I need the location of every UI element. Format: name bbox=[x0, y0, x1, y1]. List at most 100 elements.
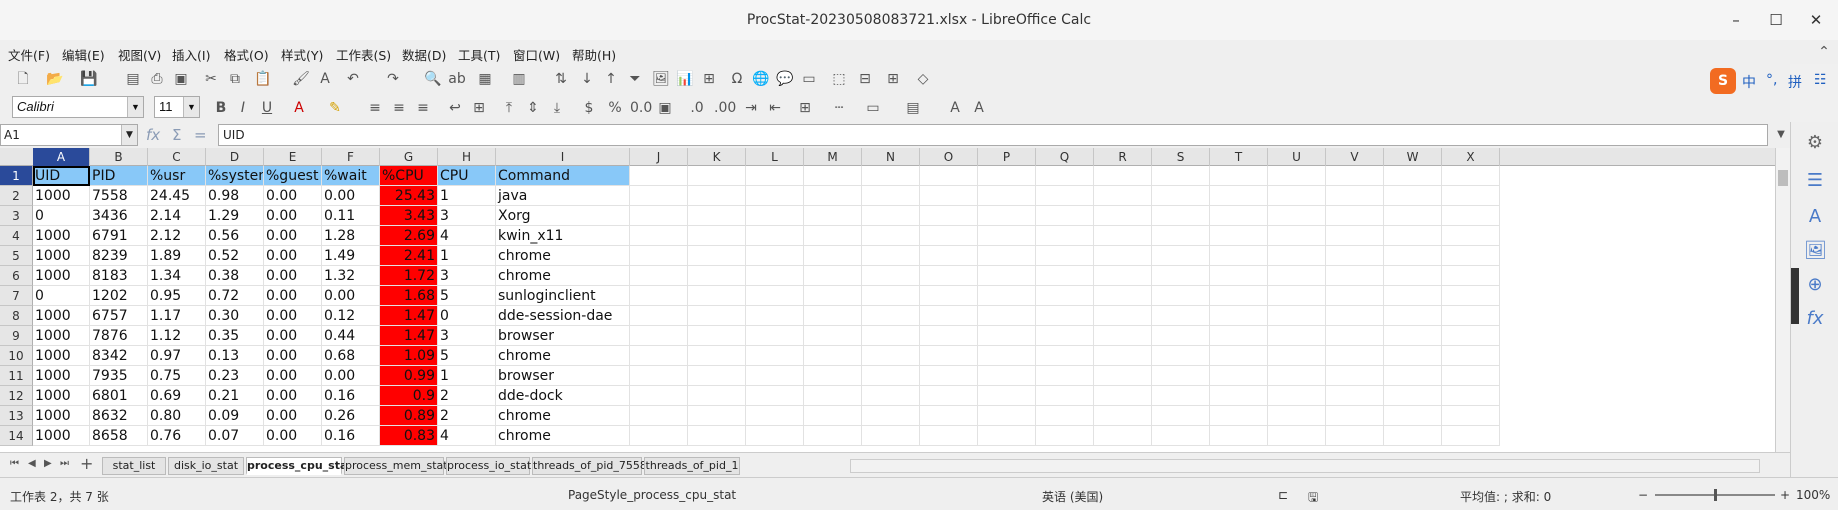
cell-t4[interactable] bbox=[1210, 226, 1268, 246]
cell-u10[interactable] bbox=[1268, 346, 1326, 366]
column-header-m[interactable]: M bbox=[804, 148, 862, 166]
cell-r10[interactable] bbox=[1094, 346, 1152, 366]
cell-r5[interactable] bbox=[1094, 246, 1152, 266]
cell-v12[interactable] bbox=[1326, 386, 1384, 406]
open-folder-icon[interactable]: 📂 bbox=[46, 70, 64, 88]
cell-u1[interactable] bbox=[1268, 166, 1326, 186]
cell-v4[interactable] bbox=[1326, 226, 1384, 246]
cell-q4[interactable] bbox=[1036, 226, 1094, 246]
cell-x1[interactable] bbox=[1442, 166, 1500, 186]
cell-c10[interactable]: 0.97 bbox=[148, 346, 206, 366]
cell-p11[interactable] bbox=[978, 366, 1036, 386]
show-draw-functions-icon[interactable]: ◇ bbox=[914, 70, 932, 88]
cell-g12[interactable]: 0.9 bbox=[380, 386, 438, 406]
cell-e12[interactable]: 0.00 bbox=[264, 386, 322, 406]
cell-a13[interactable]: 1000 bbox=[33, 406, 90, 426]
cell-l8[interactable] bbox=[746, 306, 804, 326]
ime-punctuation[interactable]: °, bbox=[1766, 72, 1777, 88]
cell-g1[interactable]: %CPU bbox=[380, 166, 438, 186]
cell-r13[interactable] bbox=[1094, 406, 1152, 426]
cell-e4[interactable]: 0.00 bbox=[264, 226, 322, 246]
sidebar-properties-icon[interactable]: ☰ bbox=[1804, 170, 1826, 192]
menu-file[interactable]: 文件(F) bbox=[8, 45, 50, 64]
cell-f6[interactable]: 1.32 bbox=[322, 266, 380, 286]
delete-decimal-icon[interactable]: .00 bbox=[714, 99, 736, 117]
cell-h3[interactable]: 3 bbox=[438, 206, 496, 226]
sheet-tab-threads-of-pid-1[interactable]: threads_of_pid_1 bbox=[644, 457, 740, 475]
cell-e10[interactable]: 0.00 bbox=[264, 346, 322, 366]
cell-k10[interactable] bbox=[688, 346, 746, 366]
column-header-i[interactable]: I bbox=[496, 148, 630, 166]
column-icon[interactable]: ▥ bbox=[510, 70, 528, 88]
cell-r14[interactable] bbox=[1094, 426, 1152, 446]
language[interactable]: 英语 (美国) bbox=[1042, 488, 1103, 505]
cell-g9[interactable]: 1.47 bbox=[380, 326, 438, 346]
cell-i14[interactable]: chrome bbox=[496, 426, 630, 446]
cell-w2[interactable] bbox=[1384, 186, 1442, 206]
cell-f1[interactable]: %wait bbox=[322, 166, 380, 186]
cell-h8[interactable]: 0 bbox=[438, 306, 496, 326]
menu-format[interactable]: 格式(O) bbox=[224, 45, 269, 64]
cell-g14[interactable]: 0.83 bbox=[380, 426, 438, 446]
menu-edit[interactable]: 编辑(E) bbox=[62, 45, 105, 64]
document-modified-icon[interactable]: 🖫 bbox=[1308, 488, 1318, 509]
cell-u12[interactable] bbox=[1268, 386, 1326, 406]
cell-c3[interactable]: 2.14 bbox=[148, 206, 206, 226]
cell-l7[interactable] bbox=[746, 286, 804, 306]
font-size-dropdown-icon[interactable]: ▼ bbox=[183, 97, 199, 117]
cell-c14[interactable]: 0.76 bbox=[148, 426, 206, 446]
cell-k14[interactable] bbox=[688, 426, 746, 446]
cell-c13[interactable]: 0.80 bbox=[148, 406, 206, 426]
cell-n6[interactable] bbox=[862, 266, 920, 286]
row-header-9[interactable]: 9 bbox=[0, 326, 33, 346]
align-top-icon[interactable]: ⤒ bbox=[500, 99, 518, 117]
cell-e2[interactable]: 0.00 bbox=[264, 186, 322, 206]
pivot-table-icon[interactable]: ⊞ bbox=[700, 70, 718, 88]
cell-j8[interactable] bbox=[630, 306, 688, 326]
column-header-f[interactable]: F bbox=[322, 148, 380, 166]
sidebar-settings-icon[interactable]: ⚙ bbox=[1804, 132, 1826, 154]
cell-c1[interactable]: %usr bbox=[148, 166, 206, 186]
column-header-x[interactable]: X bbox=[1442, 148, 1500, 166]
cell-o9[interactable] bbox=[920, 326, 978, 346]
cell-m10[interactable] bbox=[804, 346, 862, 366]
font-name-box[interactable]: Calibri ▼ bbox=[12, 96, 144, 118]
column-header-d[interactable]: D bbox=[206, 148, 264, 166]
insert-image-icon[interactable]: 🖼 bbox=[652, 70, 670, 88]
cell-a5[interactable]: 1000 bbox=[33, 246, 90, 266]
cell-l12[interactable] bbox=[746, 386, 804, 406]
cell-m13[interactable] bbox=[804, 406, 862, 426]
cell-b7[interactable]: 1202 bbox=[90, 286, 148, 306]
sheet-tab-stat-list[interactable]: stat_list bbox=[102, 457, 166, 475]
row-header-4[interactable]: 4 bbox=[0, 226, 33, 246]
split-window-icon[interactable]: ⊞ bbox=[884, 70, 902, 88]
cell-f10[interactable]: 0.68 bbox=[322, 346, 380, 366]
cell-k12[interactable] bbox=[688, 386, 746, 406]
cell-r11[interactable] bbox=[1094, 366, 1152, 386]
cell-q5[interactable] bbox=[1036, 246, 1094, 266]
row-header-14[interactable]: 14 bbox=[0, 426, 33, 446]
cell-s1[interactable] bbox=[1152, 166, 1210, 186]
cell-b13[interactable]: 8632 bbox=[90, 406, 148, 426]
cell-h9[interactable]: 3 bbox=[438, 326, 496, 346]
cell-r8[interactable] bbox=[1094, 306, 1152, 326]
collapse-icon[interactable]: ⌃ bbox=[1815, 43, 1833, 61]
cell-a11[interactable]: 1000 bbox=[33, 366, 90, 386]
cell-h6[interactable]: 3 bbox=[438, 266, 496, 286]
row-header-6[interactable]: 6 bbox=[0, 266, 33, 286]
last-sheet-icon[interactable]: ⏭ bbox=[60, 458, 69, 469]
cell-o1[interactable] bbox=[920, 166, 978, 186]
sidebar-functions-icon[interactable]: fx bbox=[1804, 308, 1826, 330]
cell-j14[interactable] bbox=[630, 426, 688, 446]
cell-b5[interactable]: 8239 bbox=[90, 246, 148, 266]
ime-logo[interactable]: S bbox=[1710, 68, 1736, 94]
save-icon[interactable]: 💾 bbox=[80, 70, 98, 88]
cell-a10[interactable]: 1000 bbox=[33, 346, 90, 366]
hyperlink-icon[interactable]: 🌐 bbox=[752, 70, 770, 88]
cell-k4[interactable] bbox=[688, 226, 746, 246]
cell-r9[interactable] bbox=[1094, 326, 1152, 346]
wrap-text-icon[interactable]: ↩ bbox=[446, 99, 464, 117]
cell-v13[interactable] bbox=[1326, 406, 1384, 426]
font-name-dropdown-icon[interactable]: ▼ bbox=[127, 97, 143, 117]
align-center-icon[interactable]: ≡ bbox=[390, 99, 408, 117]
